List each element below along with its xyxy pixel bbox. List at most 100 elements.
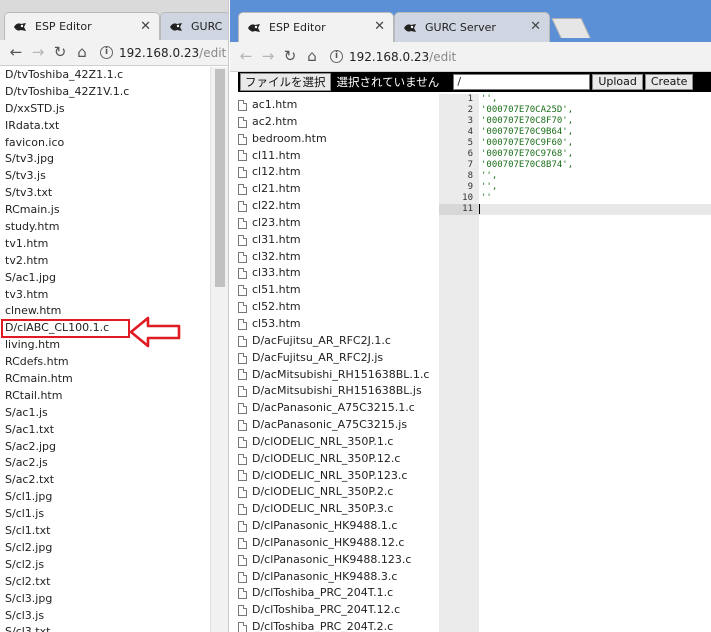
file-item[interactable]: D/clODELIC_NRL_350P.12.c [238, 451, 438, 468]
file-item[interactable]: S/ac1.js [5, 405, 210, 422]
file-item[interactable]: RCmain.js [5, 202, 210, 219]
file-item[interactable]: cl53.htm [238, 316, 438, 333]
file-item-highlighted[interactable]: D/clABC_CL100.1.c [1, 319, 130, 339]
file-item[interactable]: cl11.htm [238, 148, 438, 165]
code-line[interactable]: '' [481, 193, 711, 204]
code-line[interactable]: '000707E70C9B64', [481, 127, 711, 138]
choose-file-button[interactable]: ファイルを選択 [240, 73, 331, 91]
address-bar[interactable]: i 192.168.0.23/edit [100, 46, 226, 60]
file-item[interactable]: D/clToshiba_PRC_204T.1.c [238, 585, 438, 602]
close-tab-icon[interactable]: ✕ [140, 20, 151, 33]
file-item[interactable]: cl23.htm [238, 215, 438, 232]
file-item[interactable]: tv1.htm [5, 236, 210, 253]
file-item[interactable]: IRdata.txt [5, 118, 210, 135]
file-item[interactable]: D/acPanasonic_A75C3215.js [238, 417, 438, 434]
file-item[interactable]: S/tv3.js [5, 168, 210, 185]
file-item[interactable]: S/ac2.txt [5, 472, 210, 489]
file-item[interactable]: bedroom.htm [238, 131, 438, 148]
reload-icon[interactable]: ↻ [280, 49, 300, 64]
file-item[interactable]: S/ac1.jpg [5, 270, 210, 287]
info-icon[interactable]: i [330, 50, 343, 63]
code-line[interactable]: '000707E70C9F60', [481, 138, 711, 149]
file-item[interactable]: cl22.htm [238, 198, 438, 215]
file-item[interactable]: S/ac2.js [5, 455, 210, 472]
file-item[interactable]: D/clODELIC_NRL_350P.2.c [238, 484, 438, 501]
forward-arrow-icon[interactable]: → [258, 49, 278, 64]
scrollbar-thumb[interactable] [215, 69, 225, 287]
file-item[interactable]: cl32.htm [238, 249, 438, 266]
upload-button[interactable]: Upload [592, 74, 643, 90]
file-item[interactable]: S/ac2.jpg [5, 439, 210, 456]
file-item[interactable]: D/tvToshiba_42Z1V.1.c [5, 84, 210, 101]
code-editor[interactable]: 1 2 3 4 5 6 7 8 9 10 11 '', '000707E70CA25D', '00070… [439, 94, 711, 632]
file-item[interactable]: S/cl3.jpg [5, 591, 210, 608]
file-item[interactable]: cl52.htm [238, 299, 438, 316]
file-item[interactable]: S/cl2.txt [5, 574, 210, 591]
path-input[interactable]: / [453, 74, 591, 90]
file-item[interactable]: D/clToshiba_PRC_204T.12.c [238, 602, 438, 619]
info-icon[interactable]: i [100, 46, 113, 59]
code-line[interactable]: '', [481, 182, 711, 193]
home-icon[interactable]: ⌂ [302, 49, 322, 64]
file-item[interactable]: cl33.htm [238, 265, 438, 282]
file-item[interactable]: D/clPanasonic_HK9488.1.c [238, 518, 438, 535]
file-item[interactable]: cl12.htm [238, 164, 438, 181]
tab-gurc-server[interactable]: GURC Server ✕ [394, 12, 550, 42]
file-item[interactable]: S/tv3.jpg [5, 151, 210, 168]
file-item[interactable]: tv2.htm [5, 253, 210, 270]
file-item[interactable]: tv3.htm [5, 287, 210, 304]
code-line[interactable]: '000707E70C9768', [481, 149, 711, 160]
file-item[interactable]: cl21.htm [238, 181, 438, 198]
file-item[interactable]: S/tv3.txt [5, 185, 210, 202]
file-item[interactable]: ac2.htm [238, 114, 438, 131]
home-icon[interactable]: ⌂ [72, 45, 92, 60]
file-item[interactable]: RCmain.htm [5, 371, 210, 388]
code-line[interactable]: '', [481, 94, 711, 105]
reload-icon[interactable]: ↻ [50, 45, 70, 60]
file-item[interactable]: S/cl2.jpg [5, 540, 210, 557]
address-bar[interactable]: i 192.168.0.23/edit [330, 50, 456, 64]
editor-text-area[interactable]: '', '000707E70CA25D', '000707E70C8F70', '00… [479, 94, 711, 632]
code-line[interactable]: '000707E70C8B74', [481, 160, 711, 171]
file-item[interactable]: S/cl1.js [5, 506, 210, 523]
file-item[interactable]: study.htm [5, 219, 210, 236]
tab-esp-editor[interactable]: ESP Editor ✕ [4, 12, 160, 40]
file-item[interactable]: S/cl2.js [5, 557, 210, 574]
code-line[interactable]: '000707E70CA25D', [481, 105, 711, 116]
file-item[interactable]: D/acFujitsu_AR_RFC2J.js [238, 350, 438, 367]
scrollbar[interactable] [210, 67, 228, 632]
close-tab-icon[interactable]: ✕ [530, 20, 541, 33]
file-item[interactable]: S/ac1.txt [5, 422, 210, 439]
new-tab-button[interactable] [551, 18, 591, 38]
file-item[interactable]: favicon.ico [5, 135, 210, 152]
file-item[interactable]: RCtail.htm [5, 388, 210, 405]
file-item[interactable]: D/clPanasonic_HK9488.123.c [238, 552, 438, 569]
tab-gurc[interactable]: GURC [160, 12, 228, 40]
file-item[interactable]: D/clODELIC_NRL_350P.123.c [238, 468, 438, 485]
file-item[interactable]: D/tvToshiba_42Z1.1.c [5, 67, 210, 84]
file-item[interactable]: D/acPanasonic_A75C3215.1.c [238, 400, 438, 417]
file-item[interactable]: D/acFujitsu_AR_RFC2J.1.c [238, 333, 438, 350]
file-item[interactable]: D/clODELIC_NRL_350P.3.c [238, 501, 438, 518]
file-item[interactable]: cl51.htm [238, 282, 438, 299]
code-line[interactable]: '', [481, 171, 711, 182]
file-item[interactable]: S/cl1.jpg [5, 489, 210, 506]
file-item[interactable]: D/clPanasonic_HK9488.12.c [238, 535, 438, 552]
file-item[interactable]: S/cl3.js [5, 608, 210, 625]
file-item[interactable]: RCdefs.htm [5, 354, 210, 371]
file-item[interactable]: D/acMitsubishi_RH151638BL.js [238, 383, 438, 400]
back-arrow-icon[interactable]: ← [236, 49, 256, 64]
file-item[interactable]: D/clPanasonic_HK9488.3.c [238, 569, 438, 586]
file-item[interactable]: D/clODELIC_NRL_350P.1.c [238, 434, 438, 451]
file-item[interactable]: cl31.htm [238, 232, 438, 249]
close-tab-icon[interactable]: ✕ [374, 20, 385, 33]
file-item[interactable]: D/acMitsubishi_RH151638BL.1.c [238, 367, 438, 384]
forward-arrow-icon[interactable]: → [28, 45, 48, 60]
code-line[interactable] [479, 204, 711, 215]
file-item[interactable]: S/cl1.txt [5, 523, 210, 540]
tab-esp-editor[interactable]: ESP Editor ✕ [238, 12, 394, 42]
file-item[interactable]: S/cl3.txt [5, 624, 210, 632]
file-item[interactable]: ac1.htm [238, 97, 438, 114]
code-line[interactable]: '000707E70C8F70', [481, 116, 711, 127]
back-arrow-icon[interactable]: ← [6, 45, 26, 60]
